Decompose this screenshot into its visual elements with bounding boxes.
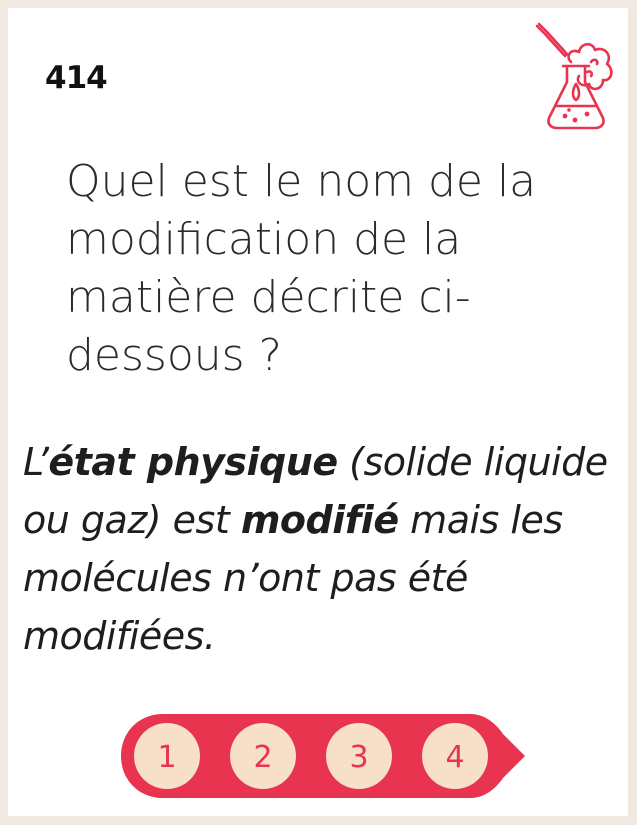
step-1[interactable]: 1: [134, 723, 200, 789]
question-card: 414 Quel est le nom de la modification d…: [8, 8, 628, 816]
question-text: Quel est le nom de la modification de la…: [66, 156, 537, 381]
step-indicator: 1 2 3 4: [121, 714, 525, 798]
step-1-label: 1: [157, 740, 176, 775]
description-bold-state: état physique: [48, 440, 338, 484]
step-2-label: 2: [253, 740, 272, 775]
description-text: L’état physique (solide liquide ou gaz) …: [23, 433, 623, 665]
step-3-label: 3: [349, 740, 368, 775]
chemistry-flask-icon: [535, 22, 613, 130]
step-2[interactable]: 2: [230, 723, 296, 789]
step-4-label: 4: [445, 740, 464, 775]
description-bold-modified: modifié: [240, 498, 399, 542]
card-number: 414: [45, 60, 108, 96]
step-3[interactable]: 3: [326, 723, 392, 789]
step-4[interactable]: 4: [422, 723, 488, 789]
description-prefix: L’: [23, 440, 49, 484]
